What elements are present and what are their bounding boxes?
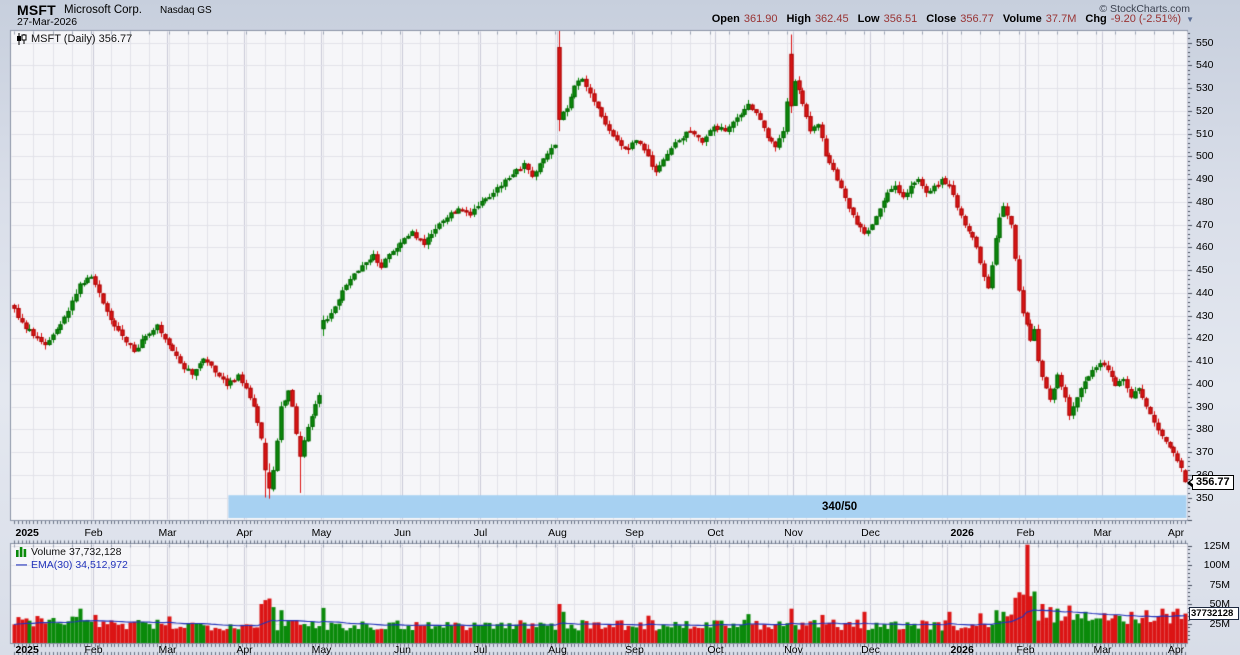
- month-label: Feb: [84, 527, 103, 539]
- quote-item: Close 356.77: [926, 13, 994, 25]
- y-axis-label: 390: [1196, 400, 1214, 413]
- month-label: Feb: [84, 644, 103, 655]
- month-label: Mar: [158, 644, 177, 655]
- y-axis-label: 520: [1196, 104, 1214, 117]
- quote-label: Close: [926, 13, 957, 25]
- month-label: Dec: [861, 644, 880, 655]
- y-axis-label: 350: [1196, 491, 1214, 504]
- stockcharts-sharpchart: MSFT Microsoft Corp. Nasdaq GS 27-Mar-20…: [0, 0, 1240, 655]
- volume-bars-icon: [16, 546, 27, 557]
- month-label: Jul: [473, 527, 488, 539]
- y-axis-label: 400: [1196, 377, 1214, 390]
- y-axis-label: 500: [1196, 150, 1214, 163]
- y-axis-label: 450: [1196, 264, 1214, 276]
- volume-axis-label: 125M: [1203, 539, 1230, 552]
- quote-item: High 362.45: [786, 13, 848, 25]
- y-axis-label: 490: [1196, 173, 1214, 185]
- candlestick-icon: [16, 33, 27, 45]
- y-axis-label: 530: [1196, 82, 1214, 94]
- month-label: May: [311, 527, 332, 539]
- month-label: Sep: [625, 527, 644, 539]
- y-axis-label: 370: [1196, 446, 1214, 458]
- y-axis-label: 550: [1196, 36, 1214, 49]
- quote-value: 356.77: [960, 13, 994, 25]
- month-label: Jun: [394, 527, 411, 539]
- quote-label: Chg: [1085, 13, 1107, 25]
- y-axis-label: 460: [1196, 241, 1214, 254]
- y-axis-label: 540: [1196, 59, 1214, 72]
- month-label: Aug: [548, 644, 567, 655]
- month-label: 2025: [15, 644, 39, 655]
- quote-value: 362.45: [814, 13, 849, 25]
- company-name: Microsoft Corp.: [64, 4, 142, 16]
- month-label: Nov: [784, 644, 803, 655]
- quote-value: 361.90: [743, 13, 778, 25]
- month-label: Apr: [236, 644, 253, 655]
- month-label: Aug: [548, 527, 567, 539]
- quote-item: Volume 37.7M: [1003, 13, 1077, 25]
- quote-item: Open 361.90: [712, 13, 778, 25]
- month-label: Feb: [1016, 527, 1035, 539]
- y-axis-label: 420: [1196, 332, 1214, 345]
- month-label: Sep: [625, 644, 644, 655]
- chart-plot-area[interactable]: [0, 0, 1240, 655]
- month-label: 2026: [950, 527, 974, 539]
- support-band-label: 340/50: [822, 501, 858, 513]
- ema-line-icon: —: [16, 558, 27, 571]
- ema-legend-label: EMA(30) 34,512,972: [31, 558, 128, 571]
- month-label: Mar: [158, 527, 177, 539]
- quote-label: Open: [711, 13, 740, 25]
- quote-value: 356.51: [883, 13, 918, 25]
- month-label: Mar: [1093, 527, 1112, 539]
- last-price-label: 356.77: [1187, 475, 1234, 491]
- quote-label: Low: [857, 13, 880, 25]
- month-label: Nov: [784, 527, 803, 539]
- month-label: Apr: [236, 527, 253, 539]
- y-axis-label: 430: [1196, 309, 1214, 322]
- month-label: Jul: [473, 644, 488, 655]
- month-label: Mar: [1093, 644, 1112, 655]
- month-label: 2026: [950, 644, 974, 655]
- main-legend-label: MSFT (Daily) 356.77: [31, 33, 133, 45]
- volume-axis-label: 75M: [1209, 578, 1230, 591]
- month-label: 2025: [15, 527, 39, 539]
- y-axis-label: 510: [1196, 127, 1214, 140]
- exchange-name: Nasdaq GS: [160, 5, 212, 16]
- month-label: Feb: [1016, 644, 1035, 655]
- y-axis-label: 470: [1196, 218, 1214, 231]
- volume-axis-label: 100M: [1203, 559, 1230, 571]
- y-axis-label: 440: [1196, 286, 1214, 299]
- volume-legend-label: Volume 37,732,128: [31, 545, 122, 558]
- last-volume-label: 37732128: [1189, 607, 1239, 621]
- y-axis-label: 480: [1196, 195, 1214, 208]
- volume-panel-legend: Volume 37,732,128 — EMA(30) 34,512,972: [16, 545, 128, 571]
- quote-value: 37.7M: [1045, 13, 1077, 25]
- y-axis-label: 380: [1196, 423, 1214, 436]
- quote-value: -9.20 (-2.51%): [1110, 13, 1182, 25]
- chart-date: 27-Mar-2026: [17, 16, 78, 28]
- month-label: Oct: [707, 527, 724, 539]
- change-down-arrow-icon: ▼: [1186, 14, 1194, 24]
- month-label: Apr: [1167, 527, 1185, 539]
- quote-item: Chg -9.20 (-2.51%): [1085, 13, 1181, 25]
- month-label: Dec: [861, 527, 880, 539]
- main-chart-legend: MSFT (Daily) 356.77: [16, 33, 132, 45]
- quote-label: High: [786, 13, 811, 25]
- month-label: Oct: [707, 644, 724, 655]
- y-axis-label: 410: [1196, 355, 1214, 367]
- month-label: Apr: [1167, 644, 1185, 655]
- quote-label: Volume: [1002, 13, 1042, 25]
- quote-bar: Open 361.90 High 362.45 Low 356.51 Close 356.77…: [712, 13, 1194, 25]
- quote-item: Low 356.51: [858, 13, 918, 25]
- month-label: Jun: [394, 644, 411, 655]
- month-label: May: [311, 644, 332, 655]
